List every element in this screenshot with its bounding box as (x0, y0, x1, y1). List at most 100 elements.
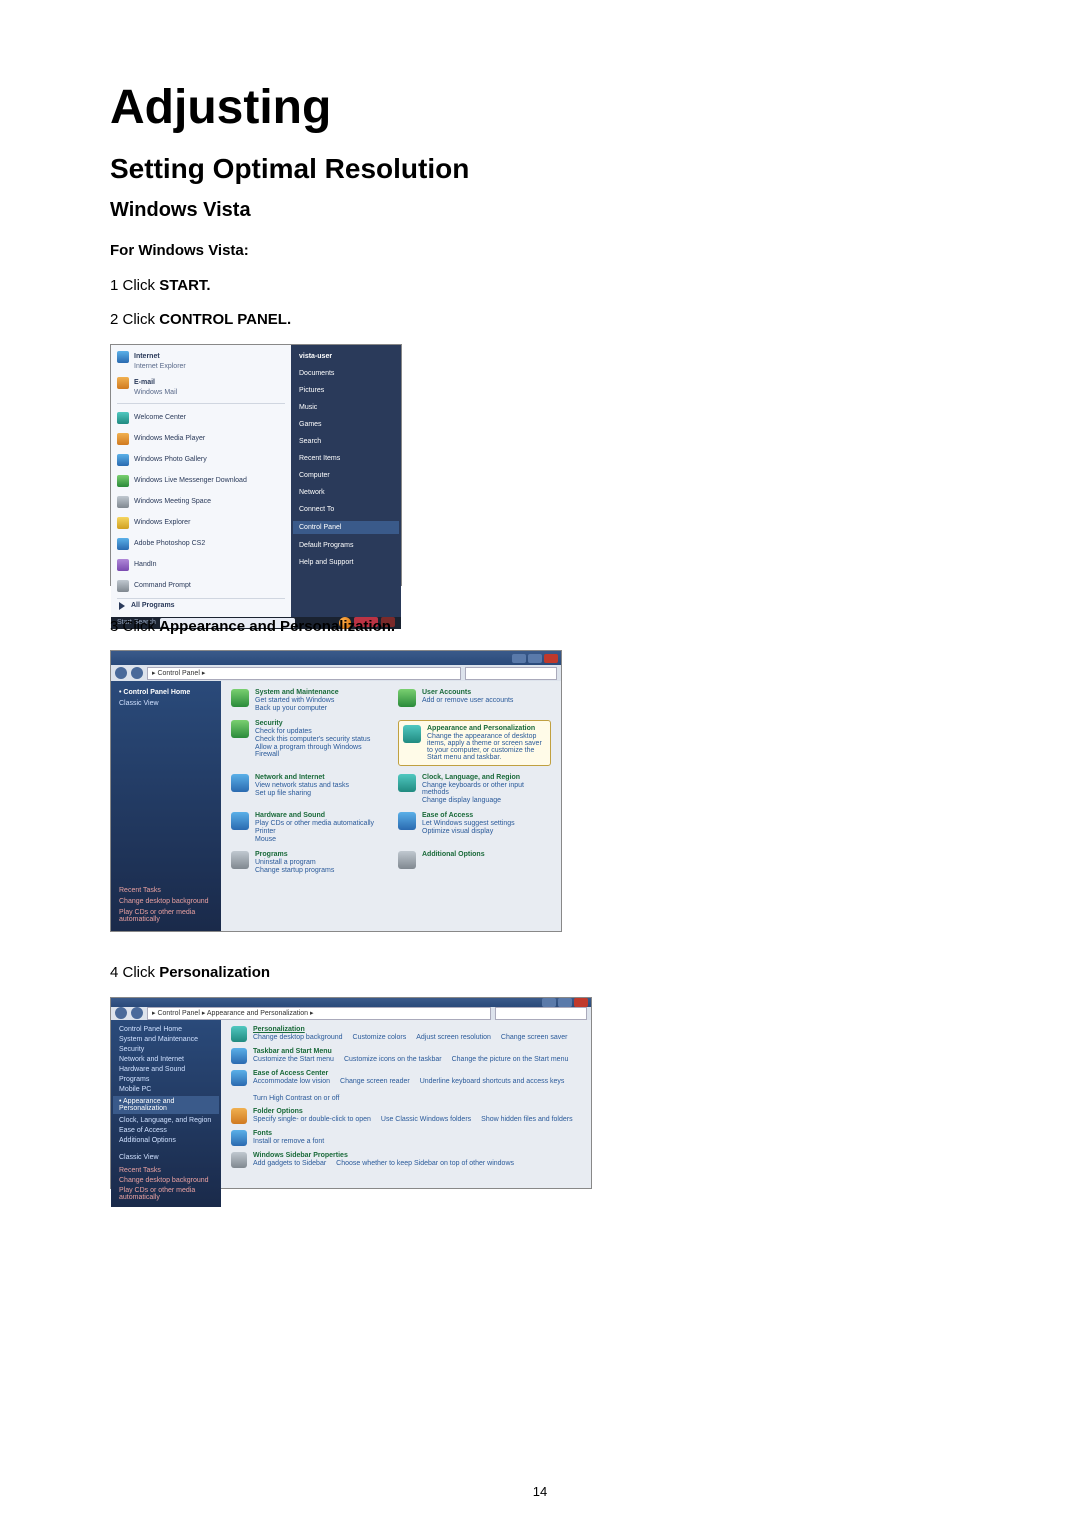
back-button[interactable] (115, 667, 127, 679)
minimize-button[interactable] (512, 654, 526, 663)
category-hardware-and-sound[interactable]: Hardware and SoundPlay CDs or other medi… (231, 812, 384, 843)
sidebar-item[interactable]: System and Maintenance (119, 1036, 213, 1043)
start-menu-item[interactable]: E-mailWindows Mail (117, 375, 285, 398)
minimize-button[interactable] (542, 998, 556, 1007)
start-menu-item[interactable]: Windows Meeting Space (117, 493, 285, 511)
start-menu-item[interactable]: HandIn (117, 556, 285, 574)
category-link[interactable]: Play CDs or other media automatically (255, 820, 374, 827)
category-link[interactable]: Get started with Windows (255, 697, 339, 704)
row-link[interactable]: Customize the Start menu (253, 1056, 334, 1063)
row-link[interactable]: Customize icons on the taskbar (344, 1056, 442, 1063)
row-title[interactable]: Ease of Access Center (253, 1070, 581, 1077)
start-menu-item[interactable]: Command Prompt (117, 577, 285, 595)
row-title[interactable]: Personalization (253, 1026, 567, 1033)
category-system-and-maintenance[interactable]: System and MaintenanceGet started with W… (231, 689, 384, 712)
row-link[interactable]: Change the picture on the Start menu (452, 1056, 569, 1063)
row-title[interactable]: Folder Options (253, 1108, 573, 1115)
row-title[interactable]: Windows Sidebar Properties (253, 1152, 514, 1159)
start-menu-right-item[interactable]: Network (299, 487, 393, 498)
row-title[interactable]: Taskbar and Start Menu (253, 1048, 568, 1055)
start-menu-item[interactable]: Windows Photo Gallery (117, 451, 285, 469)
recent-task-item[interactable]: Play CDs or other media automatically (119, 909, 213, 923)
back-button[interactable] (115, 1007, 127, 1019)
recent-task-item[interactable]: Change desktop background (119, 898, 213, 905)
sidebar-item[interactable]: Network and Internet (119, 1056, 213, 1063)
sidebar-item[interactable]: Clock, Language, and Region (119, 1117, 213, 1124)
start-menu-right-item[interactable]: Help and Support (299, 557, 393, 568)
start-menu-right-item[interactable]: Default Programs (299, 540, 393, 551)
category-link[interactable]: Let Windows suggest settings (422, 820, 515, 827)
start-menu-item[interactable]: Windows Media Player (117, 430, 285, 448)
start-menu-control-panel[interactable]: Control Panel (293, 521, 399, 534)
search-input[interactable] (495, 1007, 587, 1020)
row-link[interactable]: Change desktop background (253, 1034, 343, 1041)
maximize-button[interactable] (558, 998, 572, 1007)
start-menu-right-item[interactable]: Pictures (299, 385, 393, 396)
forward-button[interactable] (131, 1007, 143, 1019)
start-menu-right-item[interactable]: Music (299, 402, 393, 413)
forward-button[interactable] (131, 667, 143, 679)
category-link[interactable]: Allow a program through Windows Firewall (255, 744, 384, 758)
category-clock-language-and-region[interactable]: Clock, Language, and RegionChange keyboa… (398, 774, 551, 804)
start-menu-right-item[interactable]: Computer (299, 470, 393, 481)
category-ease-of-access[interactable]: Ease of AccessLet Windows suggest settin… (398, 812, 551, 843)
breadcrumb-bar[interactable]: ▸ Control Panel ▸ (147, 667, 461, 680)
start-menu-right-item[interactable]: Documents (299, 368, 393, 379)
start-menu-item[interactable]: Welcome Center (117, 409, 285, 427)
row-title[interactable]: Fonts (253, 1130, 324, 1137)
start-menu-right-item[interactable]: Games (299, 419, 393, 430)
row-link[interactable]: Show hidden files and folders (481, 1116, 572, 1123)
maximize-button[interactable] (528, 654, 542, 663)
sidebar-item[interactable]: Ease of Access (119, 1127, 213, 1134)
sidebar-item-appearance-personalization[interactable]: • Appearance and Personalization (113, 1096, 219, 1114)
start-menu-right-item[interactable]: Connect To (299, 504, 393, 515)
category-programs[interactable]: ProgramsUninstall a programChange startu… (231, 851, 384, 874)
search-input[interactable] (465, 667, 557, 680)
row-link[interactable]: Add gadgets to Sidebar (253, 1160, 326, 1167)
row-link[interactable]: Turn High Contrast on or off (253, 1095, 339, 1102)
sidebar-item[interactable]: Mobile PC (119, 1086, 213, 1093)
sidebar-item[interactable]: Hardware and Sound (119, 1066, 213, 1073)
category-appearance-and-personalization[interactable]: Appearance and PersonalizationChange the… (398, 720, 551, 766)
category-security[interactable]: SecurityCheck for updatesCheck this comp… (231, 720, 384, 766)
row-link[interactable]: Install or remove a font (253, 1138, 324, 1145)
start-menu-right-item[interactable]: Search (299, 436, 393, 447)
sidebar-cp-home[interactable]: • Control Panel Home (119, 689, 213, 696)
sidebar-item[interactable]: Programs (119, 1076, 213, 1083)
sidebar-classic-view[interactable]: Classic View (119, 1154, 213, 1161)
category-link[interactable]: Change display language (422, 797, 551, 804)
category-link[interactable]: Add or remove user accounts (422, 697, 513, 704)
category-link[interactable]: Change the appearance of desktop items, … (427, 733, 546, 761)
all-programs-button[interactable]: All Programs (117, 598, 285, 613)
category-user-accounts[interactable]: User AccountsAdd or remove user accounts (398, 689, 551, 712)
category-network-and-internet[interactable]: Network and InternetView network status … (231, 774, 384, 804)
sidebar-item[interactable]: Control Panel Home (119, 1026, 213, 1033)
close-button[interactable] (544, 654, 558, 663)
start-menu-item[interactable]: InternetInternet Explorer (117, 349, 285, 372)
start-menu-item[interactable]: Windows Live Messenger Download (117, 472, 285, 490)
row-link[interactable]: Underline keyboard shortcuts and access … (420, 1078, 565, 1085)
close-button[interactable] (574, 998, 588, 1007)
start-menu-right-item[interactable]: Recent Items (299, 453, 393, 464)
recent-task-item[interactable]: Change desktop background (119, 1177, 213, 1184)
category-link[interactable]: Change keyboards or other input methods (422, 782, 551, 796)
category-link[interactable]: Uninstall a program (255, 859, 334, 866)
category-link[interactable]: Set up file sharing (255, 790, 349, 797)
row-link[interactable]: Choose whether to keep Sidebar on top of… (336, 1160, 514, 1167)
breadcrumb-bar[interactable]: ▸ Control Panel ▸ Appearance and Persona… (147, 1007, 491, 1020)
category-link[interactable]: Printer (255, 828, 374, 835)
category-link[interactable]: View network status and tasks (255, 782, 349, 789)
row-link[interactable]: Use Classic Windows folders (381, 1116, 471, 1123)
row-link[interactable]: Specify single- or double-click to open (253, 1116, 371, 1123)
sidebar-item[interactable]: Additional Options (119, 1137, 213, 1144)
recent-task-item[interactable]: Play CDs or other media automatically (119, 1187, 213, 1201)
category-link[interactable]: Change startup programs (255, 867, 334, 874)
category-link[interactable]: Optimize visual display (422, 828, 515, 835)
category-link[interactable]: Back up your computer (255, 705, 339, 712)
sidebar-item[interactable]: Security (119, 1046, 213, 1053)
category-additional-options[interactable]: Additional Options (398, 851, 551, 874)
category-link[interactable]: Check for updates (255, 728, 384, 735)
category-link[interactable]: Check this computer's security status (255, 736, 384, 743)
row-link[interactable]: Accommodate low vision (253, 1078, 330, 1085)
start-menu-right-item[interactable]: vista-user (299, 351, 393, 362)
